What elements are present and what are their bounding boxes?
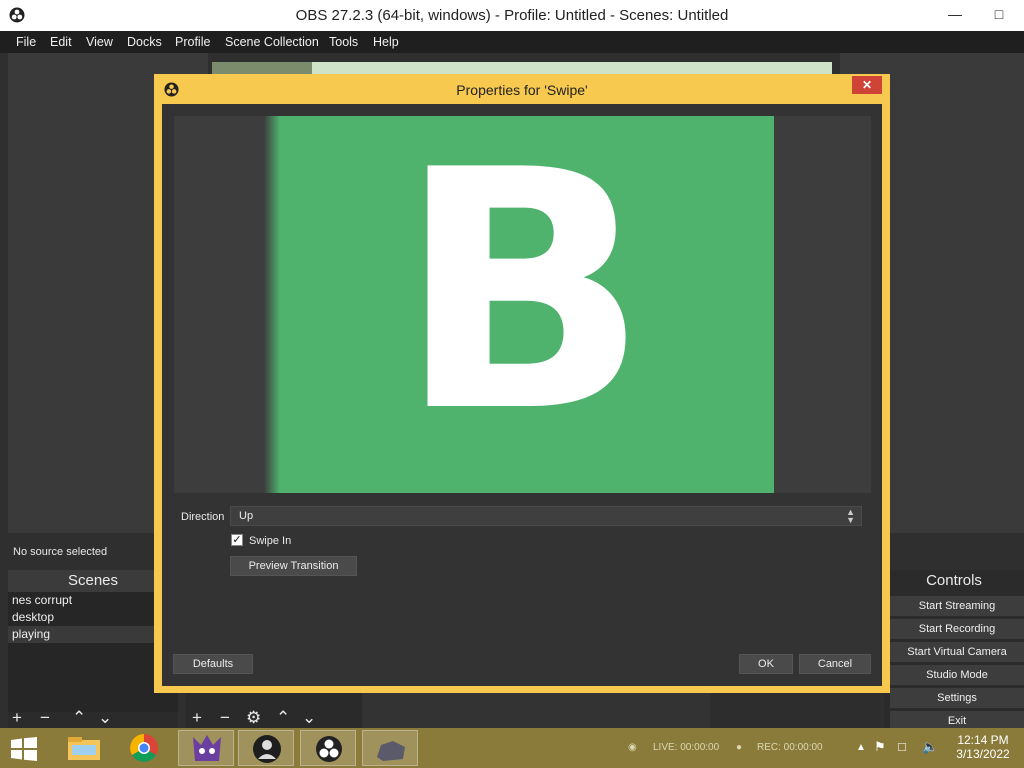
chrome-icon[interactable] bbox=[116, 730, 172, 766]
menu-view[interactable]: View bbox=[86, 35, 113, 49]
settings-button[interactable]: Settings bbox=[890, 688, 1024, 708]
menu-scene-collection[interactable]: Scene Collection bbox=[225, 35, 319, 49]
menu-bar: File Edit View Docks Profile Scene Colle… bbox=[0, 31, 1024, 53]
volume-muted-icon[interactable]: 🔈 bbox=[922, 739, 938, 755]
swipe-in-checkbox[interactable]: ✓ bbox=[231, 534, 243, 546]
preview-frame: B bbox=[264, 104, 774, 493]
rec-indicator-icon: ● bbox=[736, 742, 743, 753]
move-up-icon[interactable]: ⌃ bbox=[276, 708, 290, 728]
gear-icon[interactable]: ⚙ bbox=[246, 708, 261, 728]
rec-status: REC: 00:00:00 bbox=[757, 742, 823, 753]
menu-help[interactable]: Help bbox=[373, 35, 399, 49]
taskbar: ◉ LIVE: 00:00:00 ● REC: 00:00:00 ▲ ⚑ □ 🔈… bbox=[0, 728, 1024, 768]
remove-scene-icon[interactable]: − bbox=[40, 708, 50, 728]
scene-item-selected[interactable]: playing bbox=[8, 626, 178, 643]
menu-file[interactable]: File bbox=[16, 35, 36, 49]
move-up-icon[interactable]: ⌃ bbox=[72, 708, 86, 728]
transition-preview: B bbox=[174, 104, 871, 493]
ok-button[interactable]: OK bbox=[739, 654, 793, 674]
move-down-icon[interactable]: ⌄ bbox=[98, 708, 112, 728]
start-streaming-button[interactable]: Start Streaming bbox=[890, 596, 1024, 616]
file-explorer-icon[interactable] bbox=[56, 730, 112, 766]
start-recording-button[interactable]: Start Recording bbox=[890, 619, 1024, 639]
minimize-button[interactable]: — bbox=[944, 4, 966, 24]
direction-select[interactable]: Up ▲ ▼ bbox=[230, 506, 862, 526]
tray-arrow-icon[interactable]: ▲ bbox=[856, 742, 866, 753]
scenes-header: Scenes bbox=[8, 570, 178, 592]
clock-time: 12:14 PM bbox=[957, 733, 1009, 747]
close-icon: ✕ bbox=[861, 78, 873, 92]
menu-edit[interactable]: Edit bbox=[50, 35, 72, 49]
menu-tools[interactable]: Tools bbox=[329, 35, 358, 49]
windows-start-icon[interactable] bbox=[10, 737, 38, 761]
obs-taskbar-icon[interactable] bbox=[300, 730, 356, 766]
controls-header: Controls bbox=[926, 572, 982, 589]
window-title: OBS 27.2.3 (64-bit, windows) - Profile: … bbox=[295, 7, 729, 24]
start-virtual-camera-button[interactable]: Start Virtual Camera bbox=[890, 642, 1024, 662]
add-scene-icon[interactable]: + bbox=[12, 708, 22, 728]
move-down-icon[interactable]: ⌄ bbox=[302, 708, 316, 728]
close-button[interactable]: ✕ bbox=[852, 76, 882, 94]
flag-icon[interactable]: ⚑ bbox=[874, 739, 886, 755]
dialog-body: B Direction Up ▲ ▼ ✓ Swipe In Preview Tra… bbox=[162, 104, 882, 686]
app-icon[interactable] bbox=[362, 730, 418, 766]
menu-docks[interactable]: Docks bbox=[127, 35, 162, 49]
dialog-title: Properties for 'Swipe' bbox=[456, 82, 588, 98]
system-clock[interactable]: 12:14 PM 3/13/2022 bbox=[948, 733, 1018, 761]
direction-label: Direction bbox=[181, 511, 225, 523]
properties-dialog: Properties for 'Swipe' ✕ B Direction Up … bbox=[154, 74, 890, 693]
avatar-app-icon[interactable] bbox=[238, 730, 294, 766]
maximize-button[interactable]: □ bbox=[988, 4, 1010, 24]
obs-titlebar: OBS 27.2.3 (64-bit, windows) - Profile: … bbox=[0, 0, 1024, 31]
no-source-label: No source selected bbox=[13, 546, 108, 558]
scene-item[interactable]: desktop bbox=[8, 609, 178, 626]
live-indicator-icon: ◉ bbox=[628, 742, 637, 753]
preview-letter: B bbox=[397, 100, 649, 484]
studio-mode-button[interactable]: Studio Mode bbox=[890, 665, 1024, 685]
network-icon[interactable]: □ bbox=[898, 739, 906, 754]
direction-value: Up bbox=[239, 510, 254, 522]
game-app-icon[interactable] bbox=[178, 730, 234, 766]
controls-panel: Controls Start Streaming Start Recording… bbox=[884, 570, 1024, 728]
defaults-button[interactable]: Defaults bbox=[173, 654, 253, 674]
swipe-in-label: Swipe In bbox=[249, 535, 292, 547]
preview-transition-button[interactable]: Preview Transition bbox=[230, 556, 357, 576]
clock-date: 3/13/2022 bbox=[956, 747, 1010, 761]
cancel-button[interactable]: Cancel bbox=[799, 654, 871, 674]
add-source-icon[interactable]: + bbox=[192, 708, 202, 728]
exit-button[interactable]: Exit bbox=[890, 711, 1024, 728]
menu-profile[interactable]: Profile bbox=[175, 35, 210, 49]
scene-item[interactable]: nes corrupt bbox=[8, 592, 178, 609]
scenes-panel: Scenes nes corrupt desktop playing bbox=[8, 570, 178, 728]
live-status: LIVE: 00:00:00 bbox=[653, 742, 720, 753]
chevron-updown-icon: ▲ ▼ bbox=[846, 507, 855, 525]
remove-source-icon[interactable]: − bbox=[220, 708, 230, 728]
